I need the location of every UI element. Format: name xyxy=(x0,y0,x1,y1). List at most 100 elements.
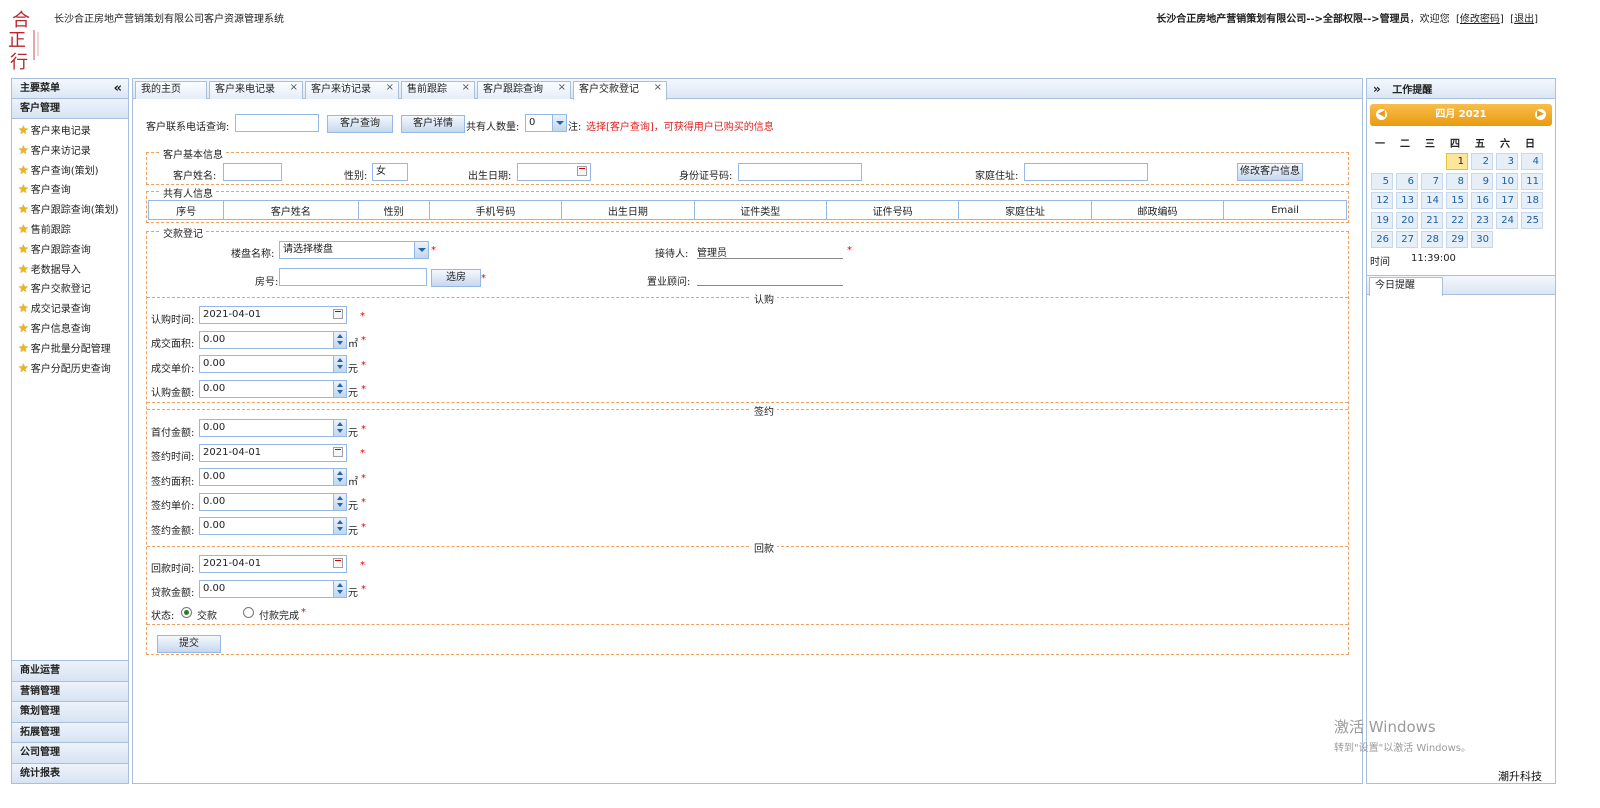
co-owner-count-select[interactable]: 0 xyxy=(525,114,567,132)
menu-item[interactable]: ★ 客户跟踪查询 xyxy=(12,240,128,260)
building-select[interactable]: 请选择楼盘 xyxy=(279,241,429,259)
expand-right-icon[interactable]: » xyxy=(1373,82,1381,96)
contract-price-input[interactable]: 0.00 xyxy=(199,493,347,511)
calendar-day[interactable]: 12 xyxy=(1371,192,1393,209)
calendar-day[interactable]: 19 xyxy=(1371,211,1393,229)
menu-item[interactable]: ★ 客户查询 xyxy=(12,180,128,200)
calendar-day[interactable]: 4 xyxy=(1521,153,1543,170)
calendar-day[interactable]: 5 xyxy=(1371,172,1393,190)
section-3[interactable]: 拓展管理 xyxy=(12,721,128,742)
contract-amount-input[interactable]: 0.00 xyxy=(199,517,347,535)
customer-detail-button[interactable]: 客户详情 xyxy=(401,115,465,133)
tab-4[interactable]: 客户跟踪查询 × xyxy=(477,81,571,99)
menu-item[interactable]: ★ 客户批量分配管理 xyxy=(12,339,128,359)
section-1[interactable]: 营销管理 xyxy=(12,680,128,701)
calendar-day[interactable]: 3 xyxy=(1496,153,1518,170)
room-input[interactable] xyxy=(279,268,427,286)
deal-area-input[interactable]: 0.00 xyxy=(199,331,347,349)
id-number-input[interactable] xyxy=(738,163,862,181)
contract-time-input[interactable]: 2021-04-01 xyxy=(199,444,347,462)
calendar-day[interactable]: 26 xyxy=(1371,231,1393,248)
calendar-day[interactable]: 16 xyxy=(1471,192,1493,209)
menu-item[interactable]: ★ 客户来访记录 xyxy=(12,141,128,161)
contract-area-input[interactable]: 0.00 xyxy=(199,468,347,486)
subscribe-time-input[interactable]: 2021-04-01 xyxy=(199,306,347,324)
close-icon[interactable]: × xyxy=(654,80,662,96)
down-payment-input[interactable]: 0.00 xyxy=(199,419,347,437)
birth-date-input[interactable] xyxy=(517,163,591,181)
menu-item[interactable]: ★ 售前跟踪 xyxy=(12,220,128,240)
calendar-icon[interactable] xyxy=(333,558,343,568)
calendar-day[interactable]: 24 xyxy=(1496,211,1518,229)
calendar-day[interactable]: 10 xyxy=(1496,172,1518,190)
calendar-day[interactable]: 15 xyxy=(1446,192,1468,209)
section-0[interactable]: 商业运营 xyxy=(12,660,128,681)
spinner-icon[interactable] xyxy=(333,581,346,597)
spinner-icon[interactable] xyxy=(333,494,346,510)
menu-item[interactable]: ★ 客户来电记录 xyxy=(12,121,128,141)
spinner-icon[interactable] xyxy=(333,381,346,397)
calendar-day[interactable]: 18 xyxy=(1521,192,1543,209)
calendar-day[interactable]: 20 xyxy=(1396,211,1418,229)
calendar-icon[interactable] xyxy=(333,447,343,457)
menu-item[interactable]: ★ 客户跟踪查询(策划) xyxy=(12,200,128,220)
loan-amount-input[interactable]: 0.00 xyxy=(199,580,347,598)
tab-2[interactable]: 客户来访记录 × xyxy=(305,81,399,99)
tab-3[interactable]: 售前跟踪 × xyxy=(401,81,475,99)
calendar-next-icon[interactable]: ▶ xyxy=(1535,109,1546,120)
menu-item[interactable]: ★ 老数据导入 xyxy=(12,260,128,280)
menu-item[interactable]: ★ 客户信息查询 xyxy=(12,319,128,339)
collapse-left-icon[interactable]: « xyxy=(114,79,122,99)
refund-time-input[interactable]: 2021-04-01 xyxy=(199,555,347,573)
calendar-day[interactable]: 27 xyxy=(1396,231,1418,248)
calendar-day[interactable]: 1 xyxy=(1446,153,1468,170)
calendar-day[interactable]: 28 xyxy=(1421,231,1443,248)
calendar-day[interactable]: 14 xyxy=(1421,192,1443,209)
change-password-link[interactable]: 修改密码 xyxy=(1460,14,1500,25)
menu-item[interactable]: ★ 客户分配历史查询 xyxy=(12,359,128,379)
home-address-input[interactable] xyxy=(1024,163,1148,181)
calendar-day[interactable]: 22 xyxy=(1446,211,1468,229)
tab-1[interactable]: 客户来电记录 × xyxy=(209,81,303,99)
menu-item[interactable]: ★ 客户查询(策划) xyxy=(12,161,128,181)
status-complete-radio[interactable] xyxy=(243,607,254,618)
calendar-day[interactable]: 6 xyxy=(1396,172,1418,190)
calendar-day[interactable]: 2 xyxy=(1471,153,1493,170)
close-icon[interactable]: × xyxy=(290,80,298,96)
tab-5[interactable]: 客户交款登记 × xyxy=(573,81,667,100)
calendar-day[interactable]: 7 xyxy=(1421,172,1443,190)
subscribe-amount-input[interactable]: 0.00 xyxy=(199,380,347,398)
calendar-day[interactable]: 30 xyxy=(1471,231,1493,248)
menu-item[interactable]: ★ 成交记录查询 xyxy=(12,299,128,319)
calendar-prev-icon[interactable]: ◀ xyxy=(1376,109,1387,120)
spinner-icon[interactable] xyxy=(333,518,346,534)
calendar-day[interactable]: 9 xyxy=(1471,172,1493,190)
calendar-day[interactable]: 11 xyxy=(1521,172,1543,190)
calendar-day[interactable]: 29 xyxy=(1446,231,1468,248)
close-icon[interactable]: × xyxy=(462,80,470,96)
gender-input[interactable]: 女 xyxy=(372,163,408,181)
calendar-day[interactable]: 23 xyxy=(1471,211,1493,229)
calendar-day[interactable]: 25 xyxy=(1521,211,1543,229)
calendar-icon[interactable] xyxy=(577,166,587,176)
spinner-icon[interactable] xyxy=(333,356,346,372)
modify-customer-button[interactable]: 修改客户信息 xyxy=(1237,163,1303,181)
choose-room-button[interactable]: 选房 xyxy=(431,269,481,287)
close-icon[interactable]: × xyxy=(558,80,566,96)
calendar-day[interactable]: 13 xyxy=(1396,192,1418,209)
spinner-icon[interactable] xyxy=(333,420,346,436)
calendar-icon[interactable] xyxy=(333,309,343,319)
receiver-field[interactable]: 管理员 xyxy=(697,241,843,259)
spinner-icon[interactable] xyxy=(333,469,346,485)
section-customer-management[interactable]: 客户管理 xyxy=(12,99,128,119)
section-2[interactable]: 策划管理 xyxy=(12,701,128,722)
status-payment-radio[interactable] xyxy=(181,607,192,618)
submit-button[interactable]: 提交 xyxy=(157,635,221,653)
calendar-day[interactable]: 8 xyxy=(1446,172,1468,190)
deal-price-input[interactable]: 0.00 xyxy=(199,355,347,373)
spinner-icon[interactable] xyxy=(333,332,346,348)
customer-query-button[interactable]: 客户查询 xyxy=(327,115,393,133)
close-icon[interactable]: × xyxy=(386,80,394,96)
section-5[interactable]: 统计报表 xyxy=(12,762,128,783)
tab-today-reminder[interactable]: 今日提醒 xyxy=(1369,277,1443,296)
